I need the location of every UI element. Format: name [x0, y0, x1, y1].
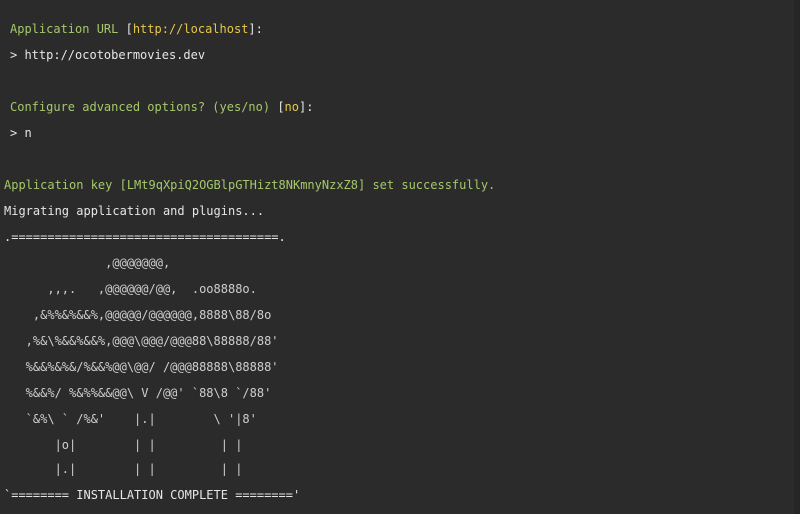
- advanced-prompt-bracket-open: [: [277, 100, 285, 114]
- terminal-scrollbar[interactable]: [794, 0, 800, 514]
- ascii-art-line: ,&%%&%&&%,@@@@@/@@@@@@,8888\88/8o: [4, 308, 272, 322]
- advanced-prompt-label: Configure advanced options? (yes/no): [10, 100, 278, 114]
- ascii-art-line: %&&%/ %&%%&&@@\ V /@@' `88\8 `/88': [4, 386, 272, 400]
- url-prompt-line: Application URL [http://localhost]:: [10, 22, 263, 36]
- url-prompt-bracket-close: ]:: [248, 22, 263, 36]
- migrating-line: Migrating application and plugins...: [4, 204, 265, 218]
- url-prompt-default: http://localhost: [132, 22, 249, 36]
- installation-complete-banner: `======== INSTALLATION COMPLETE ========…: [4, 488, 301, 502]
- ascii-art-line: `&%\ ` /%&' |.| \ '|8': [4, 412, 257, 426]
- ascii-art-line: |.| | | | |: [4, 462, 243, 476]
- ascii-art-line: ,,,. ,@@@@@@/@@, .oo8888o.: [4, 282, 257, 296]
- terminal-window[interactable]: Application URL [http://localhost]: > ht…: [0, 0, 800, 514]
- app-key-line: Application key [LMt9qXpiQ2OGBlpGTHizt8N…: [4, 178, 496, 192]
- ascii-art-line: |o| | | | |: [4, 438, 243, 452]
- url-prompt-bracket-open: [: [125, 22, 133, 36]
- advanced-prompt-bracket-close: ]:: [299, 100, 314, 114]
- ascii-art-line: ,%&\%&&%&&%,@@@\@@@/@@@88\88888/88': [4, 334, 279, 348]
- ascii-art-top-border: .=====================================.: [4, 230, 286, 244]
- ascii-art-line: ,@@@@@@@,: [4, 256, 171, 270]
- url-answer-line: > http://ocotobermovies.dev: [10, 48, 206, 62]
- ascii-art-line: %&&%&%&/%&&%@@\@@/ /@@@88888\88888': [4, 360, 279, 374]
- advanced-prompt-default: no: [284, 100, 299, 114]
- url-prompt-label: Application URL: [10, 22, 126, 36]
- advanced-prompt-line: Configure advanced options? (yes/no) [no…: [10, 100, 313, 114]
- advanced-answer-line: > n: [10, 126, 32, 140]
